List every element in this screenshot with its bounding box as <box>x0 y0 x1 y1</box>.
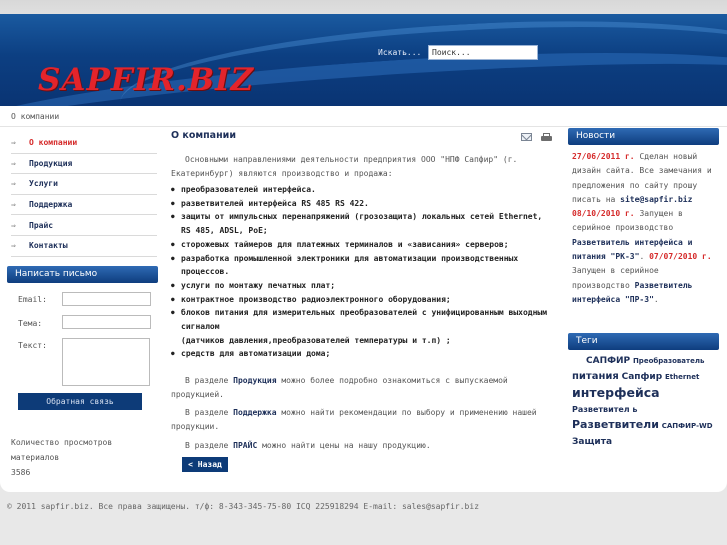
tag-cloud: САПФИР Преобразователь питания Сапфир Et… <box>572 353 718 450</box>
feedback-button[interactable]: Обратная связь <box>18 393 142 410</box>
menu-item-label: Поддержка <box>29 200 73 210</box>
news-date: 08/10/2010 г. <box>572 209 635 219</box>
list-item: контрактное производство радиоэлектронно… <box>171 293 556 307</box>
double-arrow-icon: ⇒ <box>11 241 16 251</box>
tag-link[interactable]: интерфейса <box>572 385 660 400</box>
menu-item-price[interactable]: ⇒ Прайс <box>11 215 157 236</box>
text-label: Текст: <box>18 341 47 350</box>
search-input[interactable] <box>428 45 538 60</box>
list-item: сторожевых таймеров для платежных термин… <box>171 238 556 252</box>
tag-link[interactable]: Преобразователь <box>633 357 704 365</box>
news-item: 08/10/2010 г. Запущен в серийное произво… <box>572 209 712 304</box>
tags-title: Теги <box>568 333 719 350</box>
support-link[interactable]: Поддержка <box>233 408 276 417</box>
double-arrow-icon: ⇒ <box>11 200 16 210</box>
menu-item-support[interactable]: ⇒ Поддержка <box>11 195 157 216</box>
news-email-link[interactable]: site@sapfir.biz <box>620 195 692 204</box>
tag-link[interactable]: питания <box>572 371 619 382</box>
menu-item-about[interactable]: ⇒ О компании <box>11 133 157 154</box>
list-item: блоков питания для измерительных преобра… <box>171 306 556 333</box>
menu-item-label: О компании <box>29 138 78 148</box>
views-count: 3586 <box>11 468 31 477</box>
back-button[interactable]: < Назад <box>182 457 228 472</box>
email-label: Email: <box>18 295 47 304</box>
email-icon[interactable] <box>521 133 532 141</box>
breadcrumb: О компании <box>11 112 60 121</box>
menu-item-services[interactable]: ⇒ Услуги <box>11 174 157 195</box>
subject-field[interactable] <box>62 315 151 329</box>
search-label: Искать... <box>378 48 422 57</box>
list-item: защиты от импульсных перенапряжений (гро… <box>171 210 556 237</box>
list-item: средств для автоматизации дома; <box>171 347 556 361</box>
news-date: 27/06/2011 г. <box>572 152 635 161</box>
views-label: Количество просмотров материалов <box>11 438 113 462</box>
breadcrumb-divider <box>0 126 727 127</box>
article-paragraph: В разделе Поддержка можно найти рекоменд… <box>171 406 553 434</box>
tag-link[interactable]: Защита <box>572 437 612 447</box>
site-footer: © 2011 sapfir.biz. Все права защищены. т… <box>7 502 480 511</box>
tag-link[interactable]: Разветвители <box>572 418 659 431</box>
message-textarea[interactable] <box>62 338 150 386</box>
email-field[interactable] <box>62 292 151 306</box>
main-menu: ⇒ О компании ⇒ Продукция ⇒ Услуги ⇒ Поддержк… <box>11 133 157 257</box>
page-title: О компании <box>171 130 236 141</box>
news-item: 27/06/2011 г. Сделан новый дизайн сайта.… <box>572 150 718 207</box>
services-list: преобразователей интерфейса. разветвител… <box>171 183 556 361</box>
double-arrow-icon: ⇒ <box>11 220 16 230</box>
news-title: Новости <box>568 128 719 145</box>
menu-item-contacts[interactable]: ⇒ Контакты <box>11 236 157 257</box>
double-arrow-icon: ⇒ <box>11 179 16 189</box>
price-link[interactable]: ПРАЙС <box>233 441 257 450</box>
list-item: разработка промышленной электроники для … <box>171 252 556 279</box>
list-item: услуги по монтажу печатных плат; <box>171 279 556 293</box>
paragraph-text: можно найти цены на нашу продукцию. <box>257 441 431 450</box>
paragraph-text: В разделе <box>185 441 234 450</box>
double-arrow-icon: ⇒ <box>11 138 16 148</box>
menu-item-products[interactable]: ⇒ Продукция <box>11 154 157 175</box>
site-header: SAPFIR.BIZ Искать... <box>0 14 727 106</box>
tag-link[interactable]: САПФИР-WD <box>662 422 713 430</box>
list-item: разветвителей интерфейса RS 485 RS 422. <box>171 197 556 211</box>
menu-item-label: Контакты <box>29 241 68 251</box>
contact-form-title: Написать письмо <box>7 266 158 283</box>
print-icon[interactable] <box>541 133 552 142</box>
products-link[interactable]: Продукция <box>233 376 276 385</box>
menu-item-label: Услуги <box>29 179 58 189</box>
paragraph-text: В разделе <box>185 408 234 417</box>
tag-link[interactable]: САПФИР <box>586 356 630 366</box>
views-counter: Количество просмотров материалов 3586 <box>11 435 151 480</box>
article-paragraph: В разделе ПРАЙС можно найти цены на нашу… <box>171 439 553 453</box>
subject-label: Тема: <box>18 319 43 328</box>
tag-link[interactable]: Разветвител ь <box>572 405 637 414</box>
news-date: 07/07/2010 г. <box>649 252 712 262</box>
paragraph-text: В разделе <box>185 376 234 385</box>
list-item-continuation: (датчиков давления,преобразователей темп… <box>181 335 451 345</box>
double-arrow-icon: ⇒ <box>11 158 16 168</box>
menu-item-label: Прайс <box>29 220 54 230</box>
news-list: 27/06/2011 г. Сделан новый дизайн сайта.… <box>572 150 718 307</box>
tag-link[interactable]: Ethernet <box>665 373 699 381</box>
article-intro: Основными направлениями деятельности пре… <box>171 155 518 178</box>
menu-item-label: Продукция <box>29 158 73 168</box>
article-paragraph: В разделе Продукция можно более подробно… <box>171 374 553 402</box>
tag-link[interactable]: Сапфир <box>622 372 663 382</box>
list-item: преобразователей интерфейса. <box>171 183 556 197</box>
site-logo[interactable]: SAPFIR.BIZ <box>38 62 254 98</box>
